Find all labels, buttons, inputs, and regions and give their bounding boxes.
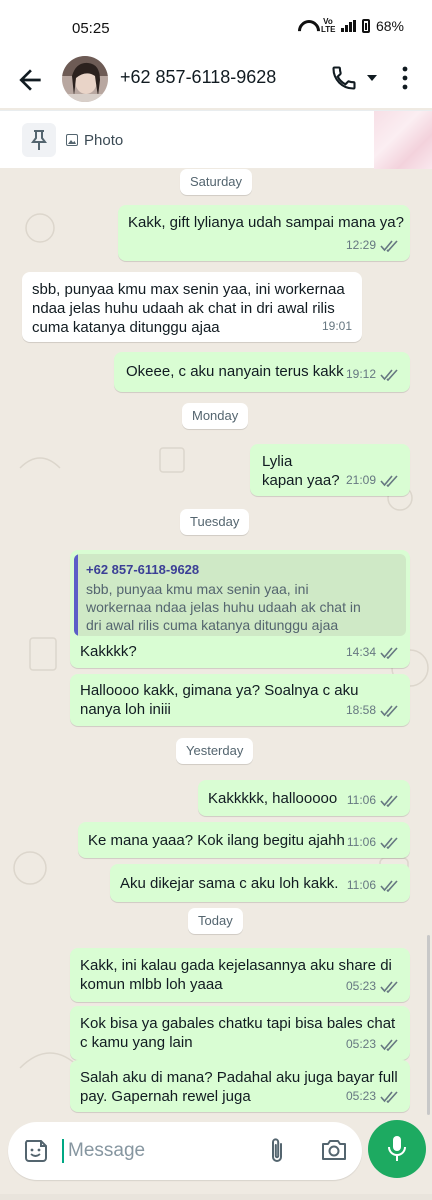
message-time: 05:23 [345,1037,376,1051]
chat-scrollbar[interactable] [427,935,430,1115]
quoted-message[interactable]: +62 857-6118-9628 sbb, punyaa kmu max se… [74,554,406,636]
signal-icon [340,20,356,32]
message-meta: 11:06 [347,791,400,810]
message-bubble[interactable]: Kakkkkk, hallooooo 11:06 [198,780,410,816]
contact-name[interactable]: +62 857-6118-9628 [120,67,276,88]
double-tick-icon [380,646,398,659]
navigation-bar [0,1194,432,1200]
battery-level: 68% [375,18,404,34]
message-bubble[interactable]: Kakk, ini kalau gada kejelasannya aku sh… [70,948,410,1002]
day-separator: Tuesday [180,509,250,535]
message-time: 11:06 [346,878,376,892]
battery-icon [361,19,370,33]
message-text: Lylia kapan yaa? [262,453,340,489]
message-input-box[interactable] [8,1122,362,1180]
quote-accent-bar [74,554,78,636]
composer [0,1114,432,1200]
volte-indicator: Vo LTE [320,17,336,34]
double-tick-icon [380,704,398,717]
message-time: 05:23 [345,979,376,993]
pinned-thumbnail[interactable] [374,111,432,169]
back-arrow-icon[interactable] [14,64,46,96]
message-time: 11:06 [346,793,376,807]
message-time: 19:01 [321,319,352,333]
double-tick-icon [380,474,398,487]
message-text: sbb, punyaa kmu max senin yaa, ini worke… [32,281,345,336]
status-bar: 05:25 Vo LTE 68% [0,0,432,52]
message-meta: 11:06 [347,833,400,852]
message-text: Kakkkkk, hallooooo [208,790,338,807]
voice-record-button[interactable] [368,1120,426,1178]
message-time: 19:12 [345,367,376,381]
chat-area[interactable]: Saturday Kakk, gift lylianya udah sampai… [0,168,432,1114]
day-separator: Today [188,908,243,934]
message-bubble[interactable]: Salah aku di mana? Padahal aku juga baya… [70,1060,410,1112]
day-separator: Yesterday [176,738,254,764]
quote-author: +62 857-6118-9628 [86,562,200,577]
wifi-icon [297,19,315,33]
pinned-label: Photo [84,132,124,149]
message-bubble[interactable]: Halloooo kakk, gimana ya? Soalnya c aku … [70,674,410,726]
message-text: Ke mana yaaa? Kok ilang begitu ajahh [88,832,345,849]
attach-icon[interactable] [266,1136,288,1166]
sticker-icon[interactable] [22,1137,50,1165]
message-bubble[interactable]: Kakk, gift lylianya udah sampai mana ya?… [118,205,410,261]
day-separator: Saturday [180,169,253,195]
message-bubble[interactable]: +62 857-6118-9628 sbb, punyaa kmu max se… [70,550,410,668]
message-meta: 11:06 [347,876,400,895]
message-time: 11:06 [346,835,376,849]
photo-icon [66,134,78,146]
message-time: 18:58 [345,703,376,717]
message-meta: 18:58 [346,701,400,720]
message-time: 21:09 [345,473,376,487]
double-tick-icon [380,980,398,993]
day-separator: Monday [182,403,249,429]
message-meta: 12:29 [346,236,400,255]
message-meta: 14:34 [346,643,400,662]
double-tick-icon [380,1090,398,1103]
message-meta: 05:23 [346,977,400,996]
message-bubble[interactable]: Aku dikejar sama c aku loh kakk. 11:06 [110,864,410,902]
message-input[interactable] [68,1136,258,1166]
camera-icon[interactable] [320,1137,348,1163]
message-text: Kakk, gift lylianya udah sampai mana ya? [128,214,404,231]
double-tick-icon [380,239,398,252]
message-meta: 19:12 [346,365,400,384]
pin-button[interactable] [22,123,56,157]
chat-header: +62 857-6118-9628 [0,52,432,108]
message-text: Kakkkk? [80,643,137,660]
message-meta: 21:09 [346,471,400,490]
double-tick-icon [380,1038,398,1051]
double-tick-icon [380,368,398,381]
message-bubble[interactable]: Kok bisa ya gabales chatku tapi bisa bal… [70,1006,410,1060]
mic-icon [388,1136,406,1161]
message-text: Aku dikejar sama c aku loh kakk. [120,875,339,892]
message-bubble[interactable]: Lylia kapan yaa? 21:09 [250,444,410,496]
message-text: Okeee, c aku nanyain terus kakk [126,363,344,380]
text-caret [62,1139,64,1163]
message-bubble[interactable]: Okeee, c aku nanyain terus kakk 19:12 [114,352,410,392]
double-tick-icon [380,794,398,807]
avatar[interactable] [62,56,108,102]
pinned-message-bar[interactable]: Photo [0,110,432,169]
more-vert-icon[interactable] [396,64,414,92]
voice-call-icon[interactable] [330,64,358,92]
status-icons: Vo LTE 68% [297,17,404,35]
message-time: 05:23 [345,1089,376,1103]
status-time: 05:25 [72,20,110,37]
message-bubble[interactable]: sbb, punyaa kmu max senin yaa, ini worke… [22,272,362,342]
double-tick-icon [380,836,398,849]
quote-text: sbb, punyaa kmu max senin yaa, ini worke… [86,581,361,633]
double-tick-icon [380,879,398,892]
message-meta: 19:01 [322,317,352,336]
message-text: Halloooo kakk, gimana ya? Soalnya c aku … [80,682,359,718]
message-meta: 05:23 [346,1087,400,1106]
pin-icon [31,130,47,150]
message-bubble[interactable]: Ke mana yaaa? Kok ilang begitu ajahh 11:… [78,822,410,858]
message-meta: 05:23 [346,1035,400,1054]
chevron-down-icon[interactable] [364,70,380,86]
message-time: 12:29 [345,238,376,252]
message-time: 14:34 [345,645,376,659]
